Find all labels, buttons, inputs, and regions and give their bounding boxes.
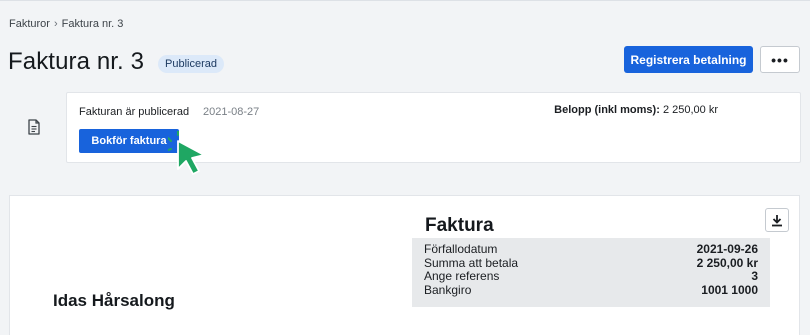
status-text: Fakturan är publicerad: [79, 106, 190, 118]
title-row: Faktura nr. 3 Publicerad: [8, 48, 225, 76]
pointer-cursor-icon: [168, 131, 205, 175]
company-name: Idas Hårsalong: [53, 291, 175, 310]
book-invoice-button[interactable]: Bokför faktura: [79, 129, 179, 153]
summary-row: Summa att betala 2 250,00 kr: [424, 255, 758, 271]
summary-label: Förfallodatum: [424, 242, 498, 256]
invoice-preview: Idas Hårsalong Faktura Förfallodatum 202…: [9, 195, 800, 335]
top-divider: [0, 0, 810, 1]
summary-row: Bankgiro 1001 1000: [424, 282, 758, 298]
document-icon: [28, 119, 40, 135]
breadcrumb: Fakturor › Faktura nr. 3: [9, 18, 123, 30]
download-button[interactable]: [765, 208, 789, 232]
more-options-button[interactable]: •••: [760, 46, 800, 73]
summary-label: Bankgiro: [424, 282, 472, 297]
amount-value: 2 250,00 kr: [662, 104, 718, 116]
invoice-title: Faktura: [425, 215, 494, 236]
breadcrumb-fakturor-link[interactable]: Fakturor: [9, 18, 50, 30]
summary-row: Förfallodatum 2021-09-26: [424, 242, 758, 257]
status-date: 2021-08-27: [203, 106, 260, 118]
amount-label: Belopp (inkl moms):: [554, 104, 660, 116]
summary-value: 3: [751, 269, 758, 283]
invoice-summary: Förfallodatum 2021-09-26 Summa att betal…: [412, 238, 770, 307]
register-payment-button[interactable]: Registrera betalning: [624, 46, 753, 73]
page-title: Faktura nr. 3: [8, 48, 145, 75]
breadcrumb-current: Faktura nr. 3: [61, 18, 124, 30]
summary-value: 1001 1000: [701, 282, 758, 297]
status-badge: Publicerad: [158, 54, 225, 73]
amount-summary: Belopp (inkl moms): 2 250,00 kr: [554, 104, 718, 116]
breadcrumb-separator: ›: [53, 18, 58, 30]
summary-row: Ange referens 3: [424, 269, 758, 284]
summary-value: 2 250,00 kr: [696, 255, 758, 270]
summary-value: 2021-09-26: [696, 242, 758, 256]
summary-label: Ange referens: [424, 269, 500, 283]
summary-label: Summa att betala: [424, 255, 519, 270]
download-icon: [772, 214, 782, 226]
